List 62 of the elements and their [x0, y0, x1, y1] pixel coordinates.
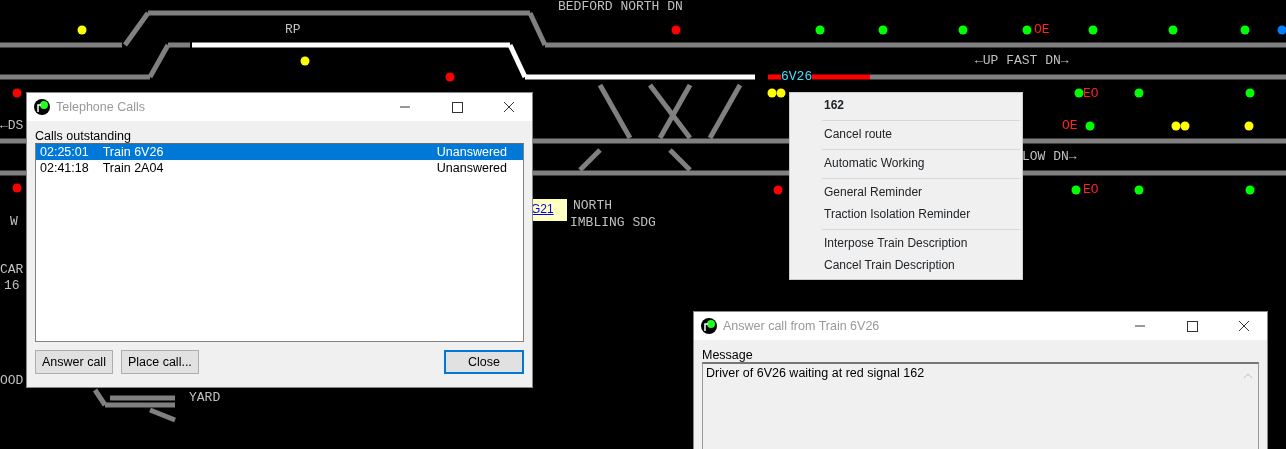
track-label: ←UP FAST DN→ [975, 54, 1069, 68]
track-label: YARD [189, 391, 221, 405]
signal-lamp-icon[interactable] [77, 25, 87, 35]
menu-item[interactable]: Traction Isolation Reminder [790, 204, 1022, 226]
call-row[interactable]: 02:41:18 Train 2A04 Unanswered [36, 160, 523, 176]
track-label: EO [1083, 183, 1099, 197]
signal-lamp-icon[interactable] [1088, 25, 1098, 35]
menu-item[interactable]: Cancel Train Description [790, 255, 1022, 277]
signal-lamp-icon[interactable] [1180, 121, 1190, 131]
signal-lamp-icon[interactable] [1245, 88, 1255, 98]
signal-lamp-icon[interactable] [1245, 185, 1255, 195]
signal-lamp-icon[interactable] [776, 88, 786, 98]
menu-item[interactable]: Interpose Train Description [790, 233, 1022, 255]
call-row[interactable]: 02:25:01 Train 6V26 Unanswered [36, 144, 523, 160]
signal-lamp-icon[interactable] [300, 56, 310, 66]
menu-item[interactable]: Automatic Working [790, 153, 1022, 175]
track-label: CAR [0, 263, 24, 277]
close-button[interactable]: Close [444, 350, 524, 374]
menu-item[interactable]: Cancel route [790, 124, 1022, 146]
signal-lamp-icon[interactable] [815, 25, 825, 35]
signal-lamp-icon[interactable] [1171, 121, 1181, 131]
track-label: BEDFORD NORTH DN [558, 0, 683, 14]
signal-lamp-icon[interactable] [1244, 121, 1254, 131]
signal-lamp-icon[interactable] [878, 25, 888, 35]
signal-lamp-icon[interactable] [1085, 121, 1095, 131]
call-train: Train 6V26 [102, 145, 165, 159]
window-title: Answer call from Train 6V26 [723, 319, 881, 333]
signal-lamp-icon[interactable] [1074, 88, 1084, 98]
track-label: NORTH [573, 199, 612, 213]
answer-call-button[interactable]: Answer call [35, 350, 113, 374]
track-label: IMBLING SDG [570, 216, 656, 230]
message-box[interactable]: Driver of 6V26 waiting at red signal 162 [702, 362, 1259, 449]
track-label: RP [285, 23, 301, 37]
track-label: W [10, 215, 18, 229]
track-label: OE [1034, 23, 1050, 37]
call-time: 02:41:18 [40, 161, 89, 175]
signal-lamp-icon[interactable] [1022, 25, 1032, 35]
window-title: Telephone Calls [56, 100, 146, 114]
signal-lamp-icon[interactable] [1240, 25, 1250, 35]
call-time: 02:25:01 [40, 145, 89, 159]
menu-item[interactable]: General Reminder [790, 182, 1022, 204]
track-label: 16 [4, 279, 20, 293]
signal-lamp-icon[interactable] [1134, 88, 1144, 98]
signal-lamp-icon[interactable] [1168, 25, 1178, 35]
menu-header: 162 [823, 97, 846, 114]
list-label: Calls outstanding [35, 129, 132, 143]
message-label: Message [702, 348, 754, 362]
track-label: OE [1062, 119, 1078, 133]
signal-lamp-icon[interactable] [1071, 185, 1081, 195]
signal-lamp-icon[interactable] [767, 88, 777, 98]
call-status: Unanswered [436, 145, 507, 159]
track-label: OOD [0, 374, 24, 388]
call-status: Unanswered [436, 161, 507, 175]
call-train: Train 2A04 [102, 161, 165, 175]
app-signal-icon [701, 318, 717, 334]
track-label: LOW DN→ [1022, 150, 1077, 164]
signal-lamp-icon[interactable] [958, 25, 968, 35]
signal-lamp-icon[interactable] [1134, 185, 1144, 195]
track-label: ←DS [0, 119, 24, 133]
app-signal-icon [34, 99, 50, 115]
place-call-button[interactable]: Place call... [120, 350, 199, 374]
track-label: EO [1083, 87, 1099, 101]
